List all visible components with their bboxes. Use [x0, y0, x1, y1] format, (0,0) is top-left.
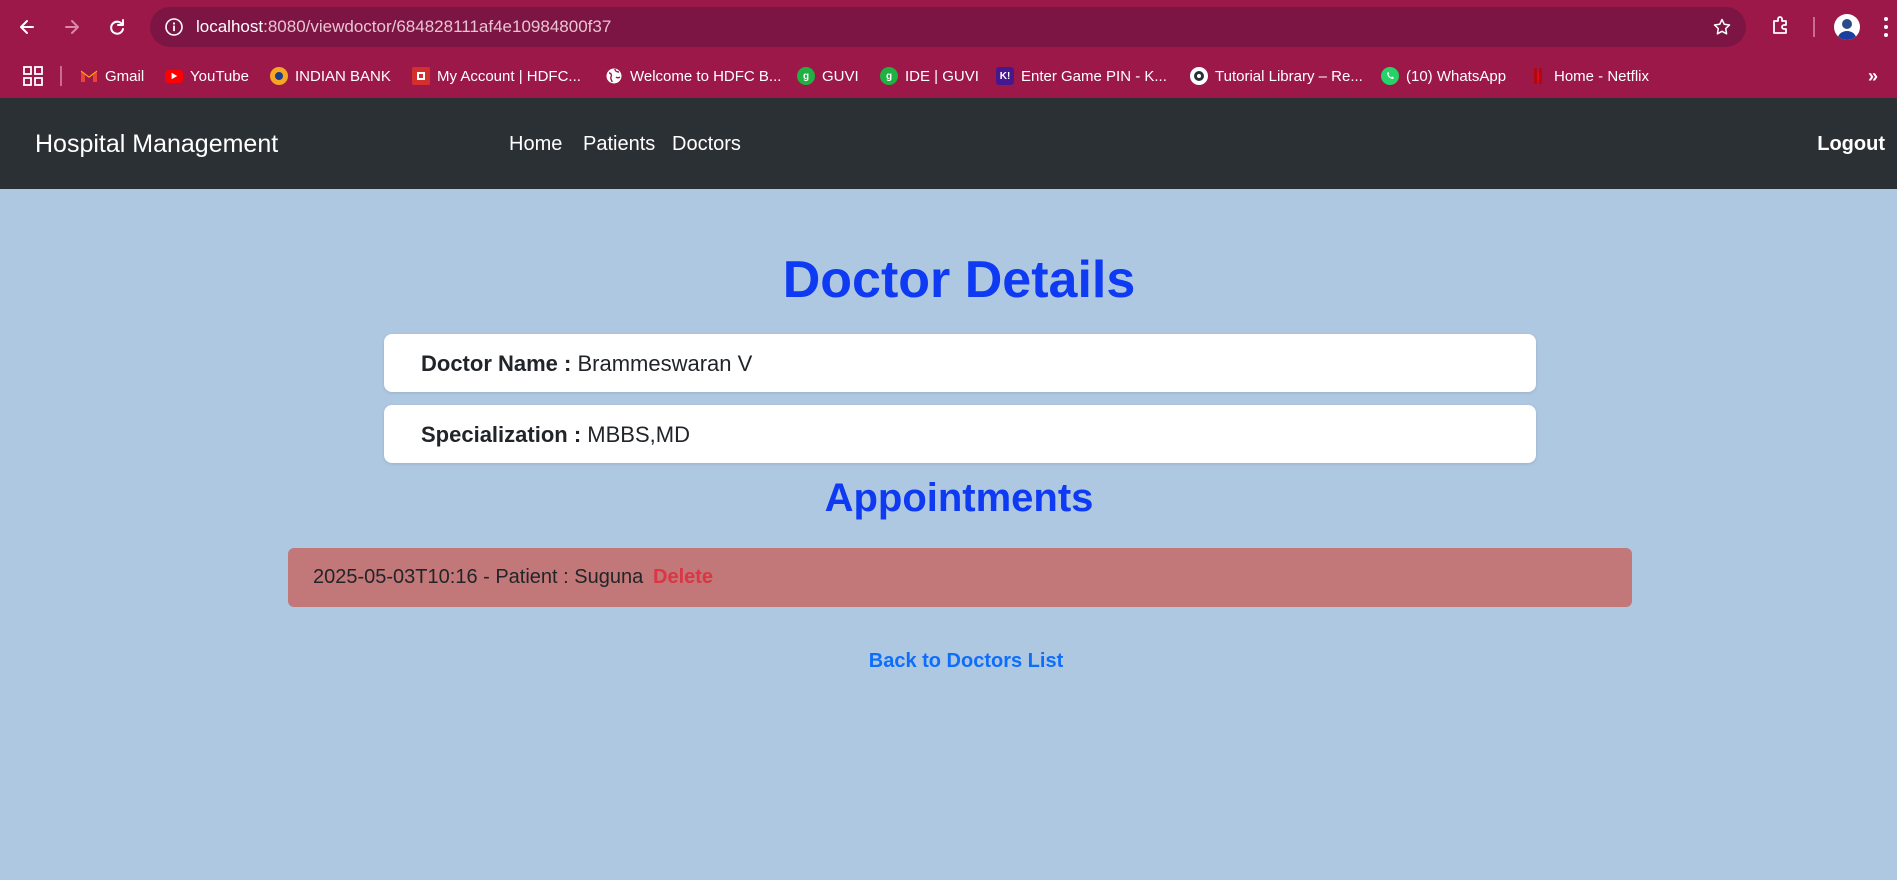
toolbar-divider	[1813, 17, 1815, 37]
specialization-value: MBBS,MD	[587, 422, 690, 447]
url-path: :8080/viewdoctor/684828111af4e10984800f3…	[263, 17, 612, 36]
bookmark-whatsapp[interactable]: (10) WhatsApp	[1381, 63, 1506, 89]
doctor-name-value: Brammeswaran V	[577, 351, 753, 376]
doctor-name-label: Doctor Name :	[421, 351, 572, 376]
url-host: localhost	[196, 17, 264, 36]
browser-toolbar: localhost:8080/viewdoctor/684828111af4e1…	[0, 0, 1897, 54]
bookmark-ide-guvi[interactable]: g IDE | GUVI	[880, 63, 979, 89]
extensions-icon[interactable]	[1769, 13, 1793, 37]
gmail-icon	[80, 67, 98, 85]
bookmark-gmail[interactable]: Gmail	[80, 63, 144, 89]
app-navbar: Hospital Management Home Patients Doctor…	[0, 98, 1897, 189]
guvi-icon: g	[797, 67, 815, 85]
bookmark-label: Gmail	[105, 67, 145, 85]
bookmark-label: My Account | HDFC...	[437, 67, 581, 85]
appointment-item: 2025-05-03T10:16 - Patient : Suguna Dele…	[288, 548, 1632, 607]
more-bookmarks-icon[interactable]: »	[1868, 66, 1878, 87]
bookmark-hdfc-account[interactable]: My Account | HDFC...	[412, 63, 581, 89]
indian-bank-icon	[270, 67, 288, 85]
appointments-heading: Appointments	[824, 476, 1094, 520]
bookmark-label: Welcome to HDFC B...	[630, 67, 782, 85]
netflix-icon	[1529, 67, 1547, 85]
whatsapp-icon	[1381, 67, 1399, 85]
specialization-card: Specialization : MBBS,MD	[384, 405, 1536, 463]
address-bar[interactable]: localhost:8080/viewdoctor/684828111af4e1…	[150, 7, 1746, 47]
back-arrow-icon[interactable]	[12, 12, 42, 42]
bookmark-label: YouTube	[190, 67, 249, 85]
youtube-icon	[165, 69, 183, 83]
bookmark-star-icon[interactable]	[1712, 17, 1732, 37]
bookmark-netflix[interactable]: Home - Netflix	[1529, 63, 1649, 89]
specialization-label: Specialization :	[421, 422, 582, 447]
guvi-icon: g	[880, 67, 898, 85]
doctor-name-row: Doctor Name : Brammeswaran V	[421, 351, 752, 377]
appointment-text: 2025-05-03T10:16 - Patient : Suguna	[313, 566, 644, 588]
bookmark-label: Enter Game PIN - K...	[1021, 67, 1167, 85]
globe-icon	[605, 67, 623, 85]
specialization-row: Specialization : MBBS,MD	[421, 422, 690, 448]
tutorial-library-icon	[1190, 67, 1208, 85]
bookmark-indian-bank[interactable]: INDIAN BANK	[270, 63, 391, 89]
page-title: Doctor Details	[782, 251, 1136, 309]
nav-link-doctors[interactable]: Doctors	[672, 133, 741, 156]
reload-icon[interactable]	[102, 12, 132, 42]
bookmark-tutorial-library[interactable]: Tutorial Library – Re...	[1190, 63, 1363, 89]
delete-appointment-button[interactable]: Delete	[653, 566, 713, 589]
hdfc-icon	[412, 67, 430, 85]
site-info-icon[interactable]	[164, 17, 184, 37]
nav-link-patients[interactable]: Patients	[583, 133, 655, 156]
doctor-name-card: Doctor Name : Brammeswaran V	[384, 334, 1536, 392]
forward-arrow-icon[interactable]	[57, 12, 87, 42]
bookmark-label: Tutorial Library – Re...	[1215, 67, 1363, 85]
apps-grid-icon[interactable]	[22, 65, 44, 87]
profile-avatar[interactable]	[1834, 14, 1860, 40]
kahoot-icon: K!	[996, 67, 1014, 85]
bookmarks-divider	[60, 66, 62, 86]
bookmark-label: Home - Netflix	[1554, 67, 1650, 85]
bookmark-label: IDE | GUVI	[905, 67, 979, 85]
url-text: localhost:8080/viewdoctor/684828111af4e1…	[196, 17, 611, 37]
nav-link-home[interactable]: Home	[509, 133, 562, 156]
bookmark-hdfc-welcome[interactable]: Welcome to HDFC B...	[605, 63, 781, 89]
bookmark-label: GUVI	[822, 67, 859, 85]
browser-menu-icon[interactable]	[1882, 14, 1890, 40]
bookmark-guvi[interactable]: g GUVI	[797, 63, 859, 89]
logout-button[interactable]: Logout	[1817, 133, 1885, 156]
bookmark-youtube[interactable]: YouTube	[165, 63, 249, 89]
bookmark-label: (10) WhatsApp	[1406, 67, 1507, 85]
brand-title[interactable]: Hospital Management	[35, 130, 278, 159]
bookmark-label: INDIAN BANK	[295, 67, 391, 85]
back-to-doctors-link[interactable]: Back to Doctors List	[0, 650, 1897, 673]
bookmarks-bar: Gmail YouTube INDIAN BANK My Account | H…	[0, 54, 1897, 98]
bookmark-kahoot[interactable]: K! Enter Game PIN - K...	[996, 63, 1167, 89]
